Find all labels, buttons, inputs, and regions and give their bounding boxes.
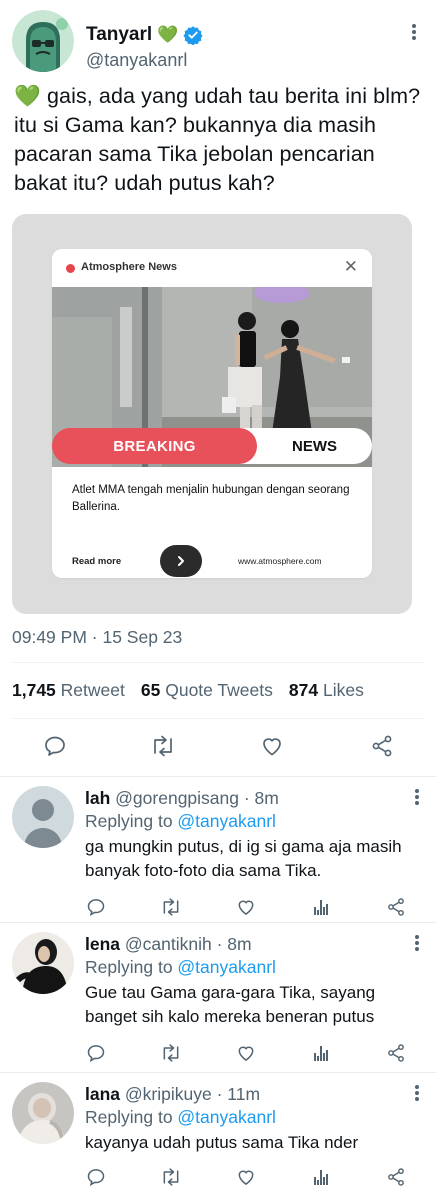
retweets-stat[interactable]: 1,745 Retweet [12, 680, 125, 701]
divider [12, 718, 424, 719]
retweets-label: Retweet [60, 680, 125, 700]
replying-mention[interactable]: @tanyakanrl [177, 957, 276, 977]
retweet-icon[interactable] [160, 1042, 182, 1064]
replying-label: Replying to [85, 1107, 178, 1127]
reply-actions [85, 896, 415, 920]
likes-stat[interactable]: 874 Likes [289, 680, 364, 701]
quotes-count: 65 [140, 680, 161, 700]
reply-time: · 11m [211, 1084, 261, 1104]
retweet-icon[interactable] [149, 732, 177, 760]
retweets-count: 1,745 [12, 680, 56, 700]
replying-mention[interactable]: @tanyakanrl [177, 811, 276, 831]
divider [0, 922, 436, 923]
more-icon[interactable] [414, 788, 420, 806]
reply-meta: lah @gorengpisang · 8m [85, 788, 279, 809]
verified-badge-icon [183, 25, 203, 45]
views-icon[interactable] [310, 896, 332, 918]
reply-actions [85, 1042, 415, 1066]
replying-to: Replying to @tanyakanrl [85, 1107, 276, 1128]
close-icon: ✕ [343, 257, 358, 276]
replying-to: Replying to @tanyakanrl [85, 811, 276, 832]
share-icon[interactable] [385, 1166, 407, 1188]
live-dot-icon [66, 264, 75, 273]
reply-handle[interactable]: @gorengpisang [115, 788, 239, 808]
author-handle[interactable]: @tanyakanrl [86, 50, 187, 71]
retweet-icon[interactable] [160, 896, 182, 918]
reply-name[interactable]: lah [85, 788, 110, 808]
more-icon[interactable] [404, 20, 424, 44]
reply-icon[interactable] [85, 1042, 107, 1064]
tweet-actions [0, 728, 436, 764]
share-icon[interactable] [385, 1042, 407, 1064]
reply-icon[interactable] [85, 896, 107, 918]
retweet-icon[interactable] [160, 1166, 182, 1188]
views-icon[interactable] [310, 1166, 332, 1188]
reply-tweet[interactable]: lena @cantiknih · 8m Replying to @tanyak… [0, 924, 436, 1074]
like-icon[interactable] [235, 1042, 257, 1064]
like-icon[interactable] [235, 1166, 257, 1188]
reply-icon[interactable] [85, 1166, 107, 1188]
replying-to: Replying to @tanyakanrl [85, 957, 276, 978]
tweet-text-body: gais, ada yang udah tau berita ini blm? … [14, 84, 421, 195]
replying-label: Replying to [85, 957, 178, 977]
news-card: Atmosphere News ✕ NEWS BREAKING Atlet MM… [52, 249, 372, 578]
reply-icon[interactable] [41, 732, 69, 760]
read-more-label: Read more [72, 556, 122, 567]
reply-text: ga mungkin putus, di ig si gama aja masi… [85, 837, 402, 880]
reply-meta: lena @cantiknih · 8m [85, 934, 252, 955]
reply-name[interactable]: lana [85, 1084, 120, 1104]
banner-breaking-label: BREAKING [52, 428, 257, 464]
reply-handle[interactable]: @kripikuye [125, 1084, 212, 1104]
author-name[interactable]: Tanyarl 💚 [86, 24, 203, 46]
reply-meta: lana @kripikuye · 11m [85, 1084, 260, 1105]
replying-mention[interactable]: @tanyakanrl [177, 1107, 276, 1127]
banner-news-label: NEWS [237, 428, 372, 464]
like-icon[interactable] [235, 896, 257, 918]
replying-label: Replying to [85, 811, 178, 831]
share-icon[interactable] [385, 896, 407, 918]
like-icon[interactable] [258, 732, 286, 760]
green-heart-emoji: 💚 [157, 25, 179, 44]
reply-text: Gue tau Gama gara-gara Tika, sayang bang… [85, 983, 376, 1026]
reply-actions [85, 1166, 415, 1190]
tweet-media[interactable]: Atmosphere News ✕ NEWS BREAKING Atlet MM… [12, 214, 412, 614]
tweet-text: 💚 gais, ada yang udah tau berita ini blm… [14, 82, 424, 198]
breaking-news-banner: NEWS BREAKING [52, 428, 372, 468]
likes-label: Likes [322, 680, 364, 700]
tweet-timestamp[interactable]: 09:49 PM · 15 Sep 23 [12, 627, 182, 648]
news-source: Atmosphere News [81, 261, 177, 273]
reply-time: · 8m [239, 788, 279, 808]
author-avatar[interactable] [12, 10, 74, 72]
tweet-header: Tanyarl 💚 @tanyakanrl [12, 10, 424, 72]
more-icon[interactable] [414, 934, 420, 952]
reply-time: · 8m [211, 934, 252, 954]
share-icon[interactable] [368, 732, 396, 760]
reply-avatar[interactable] [12, 932, 74, 994]
green-heart-emoji: 💚 [14, 84, 41, 108]
reply-text: kayanya udah putus sama Tika nder [85, 1133, 359, 1152]
reply-name[interactable]: lena [85, 934, 120, 954]
divider [0, 776, 436, 777]
quotes-label: Quote Tweets [165, 680, 273, 700]
news-card-header: Atmosphere News ✕ [52, 249, 372, 287]
news-url: www.atmosphere.com [238, 556, 322, 566]
reply-tweet[interactable]: lana @kripikuye · 11m Replying to @tanya… [0, 1074, 436, 1200]
news-headline: Atlet MMA tengah menjalin hubungan denga… [72, 484, 350, 513]
likes-count: 874 [288, 680, 319, 700]
quotes-stat[interactable]: 65 Quote Tweets [141, 680, 273, 701]
more-icon[interactable] [414, 1084, 420, 1102]
tweet-stats: 1,745 Retweet 65 Quote Tweets 874 Likes [12, 680, 380, 701]
reply-handle[interactable]: @cantiknih [125, 934, 212, 954]
author-name-text: Tanyarl [86, 24, 153, 45]
views-icon[interactable] [310, 1042, 332, 1064]
divider [12, 662, 424, 663]
reply-avatar[interactable] [12, 786, 74, 848]
reply-tweet[interactable]: lah @gorengpisang · 8m Replying to @tany… [0, 778, 436, 928]
arrow-right-icon [160, 545, 202, 577]
divider [0, 1072, 436, 1073]
reply-avatar[interactable] [12, 1082, 74, 1144]
